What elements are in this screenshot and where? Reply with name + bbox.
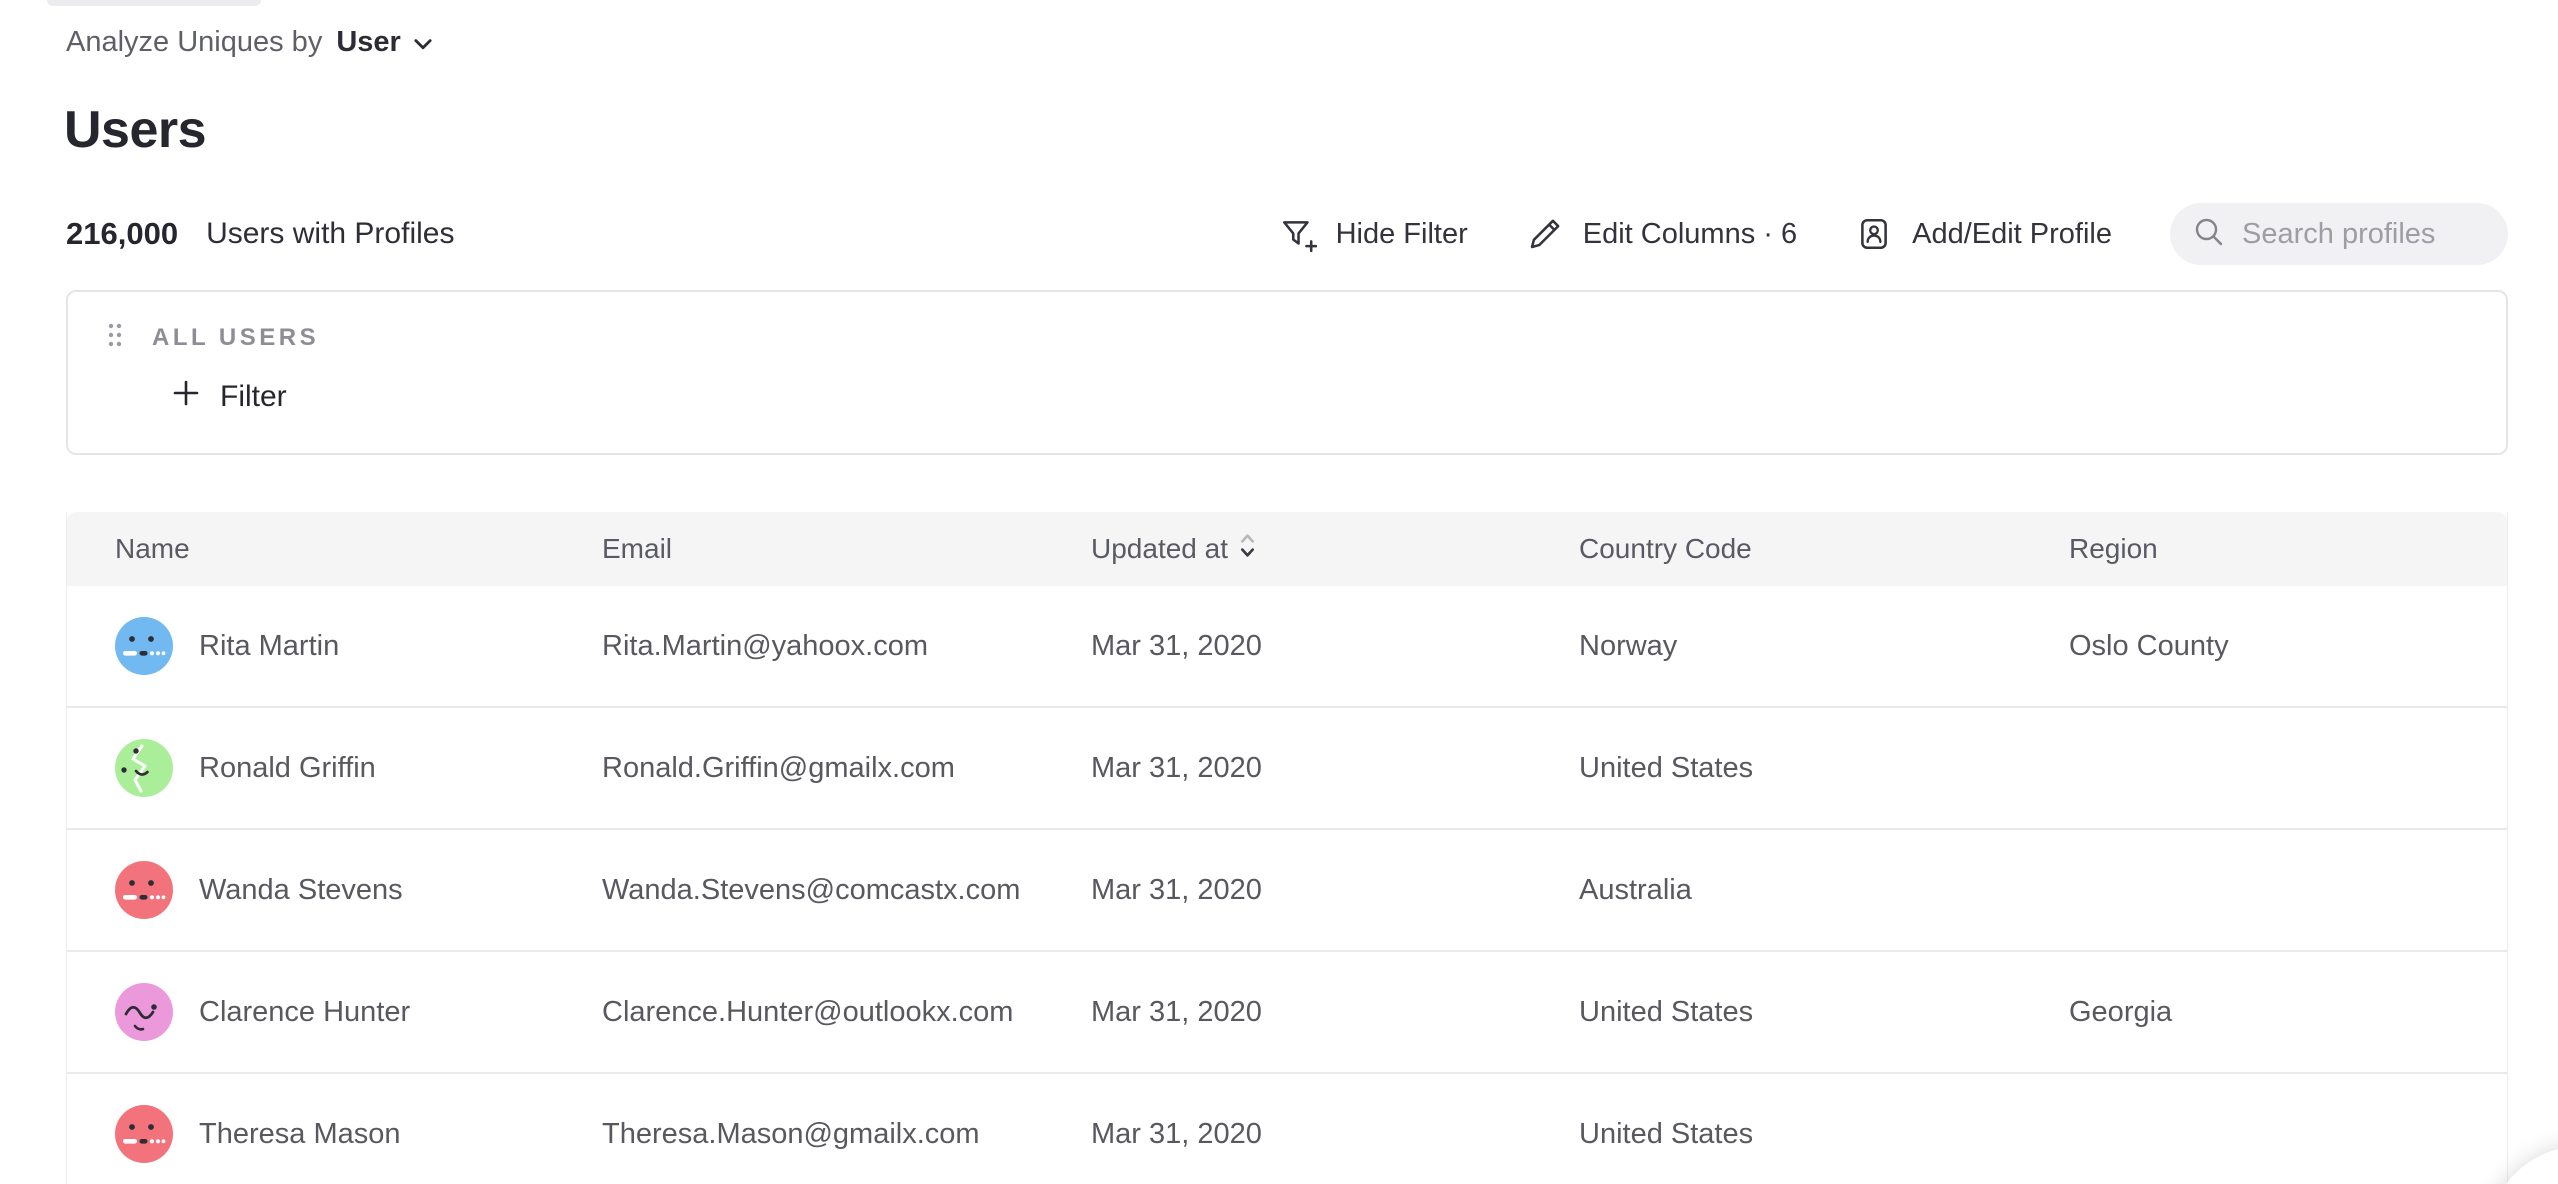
user-email: Clarence.Hunter@outlookx.com [602,996,1091,1029]
add-edit-profile-button[interactable]: Add/Edit Profile [1855,215,2112,253]
table-row[interactable]: Clarence Hunter Clarence.Hunter@outlookx… [67,952,2507,1074]
analyze-uniques-label: Analyze Uniques by [66,26,322,59]
search-profiles-input[interactable] [2242,218,2472,251]
user-email: Ronald.Griffin@gmailx.com [602,752,1091,785]
user-region: Georgia [2069,996,2507,1029]
user-name: Wanda Stevens [199,874,403,907]
user-avatar [115,1105,173,1163]
user-updated-at: Mar 31, 2020 [1091,1118,1579,1151]
edit-columns-button[interactable]: Edit Columns · 6 [1526,215,1797,253]
user-region: Oslo County [2069,630,2507,663]
table-row[interactable]: Theresa Mason Theresa.Mason@gmailx.com M… [67,1074,2507,1184]
user-country: United States [1579,1118,2069,1151]
pencil-icon [1526,215,1564,253]
sort-icon [1238,530,1257,568]
column-header-updated-at[interactable]: Updated at [1091,530,1579,568]
add-edit-profile-label: Add/Edit Profile [1912,218,2112,251]
page-title: Users [64,100,206,160]
user-count: 216,000 [66,216,178,252]
user-name: Theresa Mason [199,1118,401,1151]
table-row[interactable]: Wanda Stevens Wanda.Stevens@comcastx.com… [67,830,2507,952]
toolbar: Hide Filter Edit Columns · 6 Add/Edit Pr… [1279,203,2508,265]
table-row[interactable]: Rita Martin Rita.Martin@yahoox.com Mar 3… [67,586,2507,708]
analyze-by-value: User [336,26,401,59]
search-icon [2192,215,2226,254]
column-header-name[interactable]: Name [115,533,602,565]
user-updated-at: Mar 31, 2020 [1091,874,1579,907]
plus-icon [172,379,200,415]
search-profiles-box[interactable] [2170,203,2508,265]
user-avatar [115,617,173,675]
drag-handle-icon[interactable] [106,322,124,353]
name-cell: Rita Martin [115,617,602,675]
hide-filter-label: Hide Filter [1336,218,1468,251]
table-row[interactable]: Ronald Griffin Ronald.Griffin@gmailx.com… [67,708,2507,830]
profile-card-icon [1855,215,1893,253]
name-cell: Ronald Griffin [115,739,602,797]
user-updated-at: Mar 31, 2020 [1091,630,1579,663]
column-header-region[interactable]: Region [2069,533,2507,565]
user-avatar [115,983,173,1041]
user-email: Rita.Martin@yahoox.com [602,630,1091,663]
user-country: United States [1579,996,2069,1029]
user-country: Norway [1579,630,2069,663]
name-cell: Clarence Hunter [115,983,602,1041]
user-email: Theresa.Mason@gmailx.com [602,1118,1091,1151]
user-country: United States [1579,752,2069,785]
analyze-by-dropdown[interactable]: User [336,26,433,59]
user-name: Clarence Hunter [199,996,410,1029]
users-page: Analyze Uniques by User Users 216,000 Us… [0,0,2558,1184]
user-email: Wanda.Stevens@comcastx.com [602,874,1091,907]
add-filter-label: Filter [220,380,287,414]
stats-toolbar-row: 216,000 Users with Profiles Hide Filter … [66,202,2508,266]
user-name: Ronald Griffin [199,752,376,785]
table-header-row: Name Email Updated at Country Code Regio… [67,512,2507,586]
column-header-country-code[interactable]: Country Code [1579,533,2069,565]
chevron-down-icon [413,26,433,59]
user-count-label: Users with Profiles [206,217,454,251]
filter-group-label: ALL USERS [152,324,319,352]
user-avatar [115,861,173,919]
filter-card: ALL USERS Filter [66,290,2508,455]
user-avatar [115,739,173,797]
analyze-uniques-row: Analyze Uniques by User [66,26,433,59]
user-country: Australia [1579,874,2069,907]
edit-columns-label: Edit Columns · 6 [1583,218,1797,251]
user-updated-at: Mar 31, 2020 [1091,752,1579,785]
scrolled-element-sliver [47,0,261,6]
column-header-email[interactable]: Email [602,533,1091,565]
user-updated-at: Mar 31, 2020 [1091,996,1579,1029]
funnel-plus-icon [1279,215,1317,253]
add-filter-button[interactable]: Filter [172,379,2506,415]
users-table: Name Email Updated at Country Code Regio… [66,512,2508,1184]
name-cell: Theresa Mason [115,1105,602,1163]
filter-group-header: ALL USERS [106,322,2506,353]
name-cell: Wanda Stevens [115,861,602,919]
hide-filter-button[interactable]: Hide Filter [1279,215,1468,253]
user-name: Rita Martin [199,630,339,663]
